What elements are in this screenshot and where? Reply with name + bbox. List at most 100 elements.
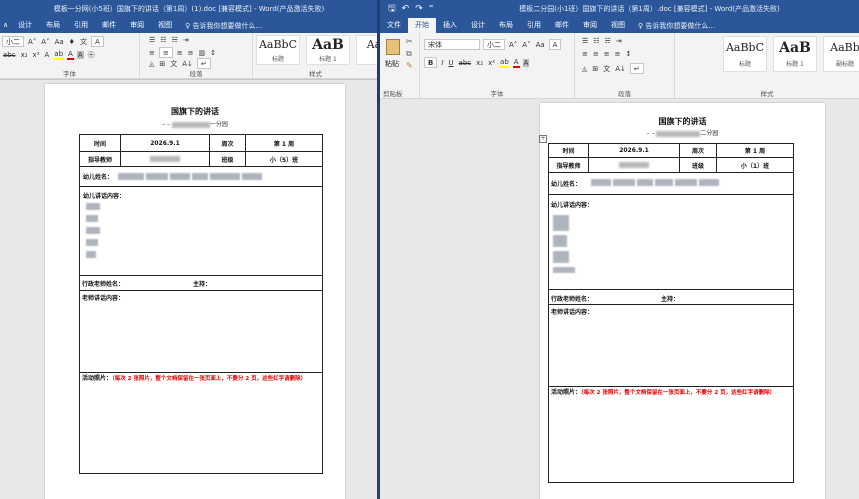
tab-file[interactable]: 文件 [380, 18, 408, 33]
line-spacing-icon[interactable]: ↕ [625, 50, 633, 58]
borders-icon[interactable]: ⊞ [591, 65, 599, 73]
numbering-icon[interactable]: ☷ [592, 37, 600, 45]
superscript-icon[interactable]: x² [487, 59, 496, 67]
style-subtitle[interactable]: AaBb 副标题 [823, 36, 859, 72]
font-size-select[interactable]: 小二 [483, 39, 505, 50]
align-right-icon[interactable]: ≡ [176, 49, 184, 57]
subscript-icon[interactable]: x₂ [20, 51, 29, 59]
clear-format-icon[interactable]: ♦ [68, 38, 76, 46]
redo-icon[interactable]: ↷ [415, 4, 423, 14]
font-name-select[interactable]: 宋体 [424, 39, 480, 50]
numbering-icon[interactable]: ☷ [159, 36, 167, 44]
tab-partial[interactable]: ∧ [0, 18, 11, 33]
change-case-icon[interactable]: Aa [54, 38, 65, 46]
borders-icon[interactable]: ⊞ [158, 60, 166, 68]
highlight-icon[interactable]: ab [53, 50, 65, 60]
tab-references[interactable]: 引用 [67, 18, 95, 33]
superscript-icon[interactable]: x² [32, 51, 41, 59]
show-marks-icon[interactable]: ↵ [629, 63, 644, 74]
tab-mailings[interactable]: 邮件 [548, 18, 576, 33]
sort-icon[interactable]: A↓ [181, 60, 194, 68]
style-heading-1[interactable]: AaB 标题 1 [306, 35, 350, 65]
week-value: 第 1 周 [744, 148, 766, 155]
tab-layout[interactable]: 布局 [492, 18, 520, 33]
speech-table: 时间 2026.9.1 周次 第 1 周 指导教师 班级 小（5）班 幼儿姓名：… [79, 134, 323, 474]
right-document-area[interactable]: 国旗下的讲话 – – 二分园 + 时间 2026.9.1 周次 第 1 周 指导… [380, 99, 859, 499]
tab-layout[interactable]: 布局 [39, 18, 67, 33]
style-partial[interactable]: AaE [356, 35, 378, 65]
grow-font-icon[interactable]: A˄ [508, 41, 518, 49]
tab-design[interactable]: 设计 [11, 18, 39, 33]
font-color-icon[interactable]: A [67, 50, 74, 60]
change-case-icon[interactable]: Aa [535, 41, 546, 49]
align-left-icon[interactable]: ≡ [581, 50, 589, 58]
justify-icon[interactable]: ≡ [614, 50, 622, 58]
tab-view[interactable]: 视图 [604, 18, 632, 33]
table-row: 老师讲话内容： [80, 291, 322, 373]
line-spacing-icon[interactable]: ↕ [209, 49, 217, 57]
style-title[interactable]: AaBbC 标题 [723, 36, 767, 72]
tell-me-search[interactable]: ♀ 告诉我你想要做什么... [179, 21, 262, 31]
tab-review[interactable]: 审阅 [576, 18, 604, 33]
undo-icon[interactable]: ↶ [402, 4, 410, 14]
paste-icon[interactable] [386, 39, 400, 55]
paste-label[interactable]: 粘贴 [385, 59, 399, 69]
sort-icon[interactable]: A↓ [614, 65, 627, 73]
cut-icon[interactable]: ✂ [406, 37, 413, 46]
strikethrough-icon[interactable]: abc [458, 59, 473, 67]
tab-view[interactable]: 视图 [151, 18, 179, 33]
enclose-char-icon[interactable]: ㊉ [87, 50, 96, 60]
chinese-layout-icon[interactable]: 文 [169, 59, 178, 69]
shrink-font-icon[interactable]: A˅ [521, 41, 531, 49]
italic-icon[interactable]: I [440, 59, 444, 67]
tab-review[interactable]: 审阅 [123, 18, 151, 33]
tab-references[interactable]: 引用 [520, 18, 548, 33]
child-speech-label: 幼儿讲话内容： [83, 193, 126, 200]
font-size-select[interactable]: 小二 [2, 36, 24, 47]
distribute-icon[interactable]: ▥ [198, 49, 207, 57]
teacher-speech-label: 老师讲话内容： [551, 309, 594, 316]
justify-icon[interactable]: ≡ [187, 49, 195, 57]
char-border-icon[interactable]: A [90, 36, 104, 47]
multilevel-icon[interactable]: ☵ [171, 36, 179, 44]
indent-icon[interactable]: ⇥ [182, 36, 190, 44]
bullets-icon[interactable]: ☰ [581, 37, 589, 45]
subscript-icon[interactable]: x₂ [475, 59, 484, 67]
tell-me-search[interactable]: ♀ 告诉我你想要做什么... [632, 21, 715, 31]
tab-mailings[interactable]: 邮件 [95, 18, 123, 33]
left-document-area[interactable]: 国旗下的讲话 – – 一分园 时间 2026.9.1 周次 第 1 周 指导教师… [0, 80, 377, 499]
tab-home[interactable]: 开始 [408, 18, 436, 33]
indent-icon[interactable]: ⇥ [615, 37, 623, 45]
char-shading-icon[interactable]: A [522, 58, 530, 67]
tab-insert[interactable]: 插入 [436, 18, 464, 33]
style-heading-1[interactable]: AaB 标题 1 [773, 36, 817, 72]
align-center-icon[interactable]: ≡ [158, 47, 173, 58]
multilevel-icon[interactable]: ☵ [604, 37, 612, 45]
tab-design[interactable]: 设计 [464, 18, 492, 33]
shading-icon[interactable]: ◬ [148, 60, 155, 68]
class-value: 小（1）班 [740, 162, 770, 170]
grow-font-icon[interactable]: A˄ [27, 38, 37, 46]
save-icon[interactable]: 🖫 [388, 1, 396, 17]
phonetic-icon[interactable]: 文 [79, 37, 88, 47]
style-title[interactable]: AaBbC 标题 [256, 35, 300, 65]
highlight-icon[interactable]: ab [499, 58, 510, 68]
align-right-icon[interactable]: ≡ [603, 50, 611, 58]
text-effect-icon[interactable]: A [44, 51, 51, 59]
format-painter-icon[interactable]: ✎ [406, 61, 413, 70]
table-move-handle-icon[interactable]: + [539, 135, 547, 143]
bullets-icon[interactable]: ☰ [148, 36, 156, 44]
underline-icon[interactable]: U [447, 59, 454, 67]
char-border-icon[interactable]: A [548, 39, 562, 50]
strikethrough-icon[interactable]: abc [2, 51, 17, 59]
shrink-font-icon[interactable]: A˅ [40, 38, 50, 46]
customize-qat-icon[interactable]: ⁼ [429, 4, 434, 14]
bold-icon[interactable]: B [424, 57, 438, 68]
font-color-icon[interactable]: A [512, 58, 520, 68]
align-left-icon[interactable]: ≡ [148, 49, 156, 57]
chinese-layout-icon[interactable]: 文 [602, 64, 611, 74]
copy-icon[interactable]: ⧉ [406, 49, 412, 59]
shading-icon[interactable]: ◬ [581, 65, 588, 73]
char-shading-icon[interactable]: A [76, 51, 84, 59]
align-center-icon[interactable]: ≡ [592, 50, 600, 58]
